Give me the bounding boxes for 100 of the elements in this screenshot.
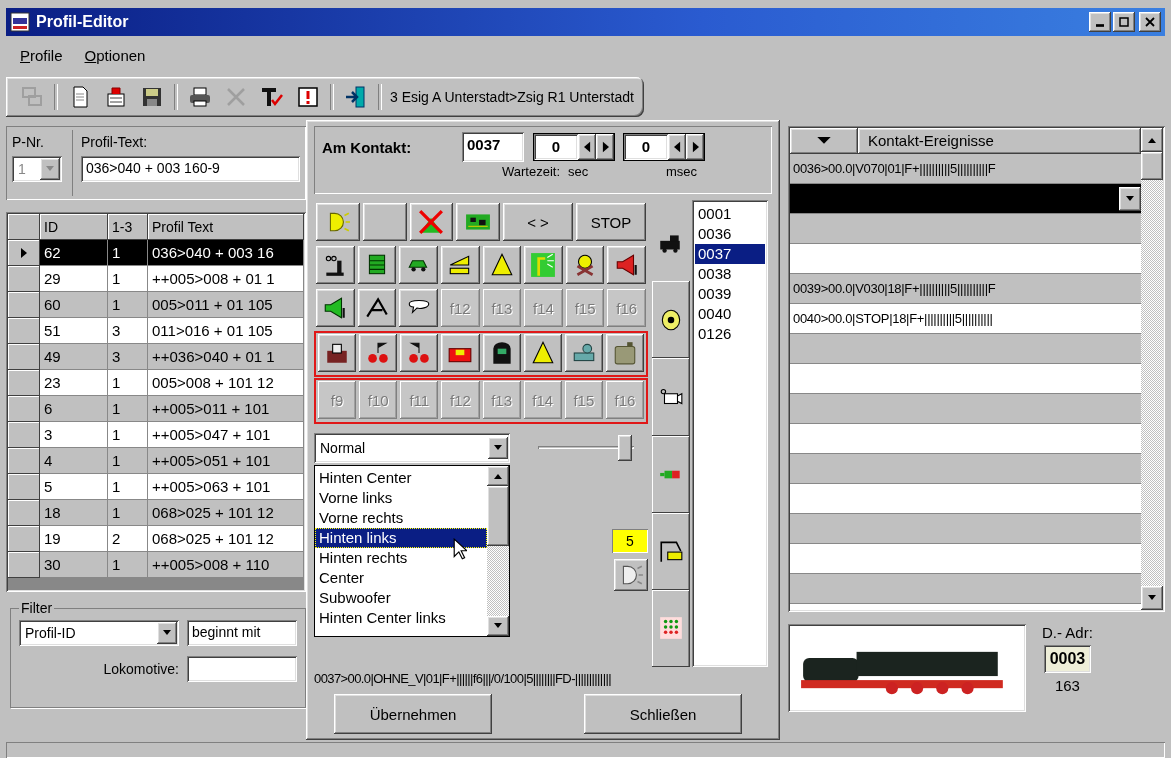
event-row[interactable] [790, 184, 1141, 214]
function-icon-button[interactable] [357, 246, 397, 284]
row-header[interactable] [8, 526, 40, 552]
list-option[interactable]: Subwoofer [315, 588, 487, 608]
increment-button[interactable] [686, 134, 704, 160]
list-option[interactable]: Hinten rechts [315, 548, 487, 568]
slider-thumb[interactable] [618, 435, 632, 461]
function-icon-button[interactable] [318, 334, 357, 372]
function-icon-button[interactable] [482, 334, 521, 372]
list-item[interactable]: 0126 [695, 324, 765, 344]
event-row[interactable]: 0036>00.0|V070|01|F+||||||||||5||||||||||F [790, 154, 1141, 184]
function-icon-button[interactable] [357, 289, 397, 327]
scroll-down-button[interactable] [1141, 586, 1163, 610]
list-item[interactable]: 0001 [695, 204, 765, 224]
increment-button[interactable] [596, 134, 614, 160]
function-icon-button[interactable] [565, 246, 605, 284]
scroll-up-button[interactable] [487, 466, 509, 486]
list-item[interactable]: 0037 [695, 244, 765, 264]
list-item[interactable]: 0040 [695, 304, 765, 324]
scrollbar[interactable] [1141, 128, 1163, 610]
function-button[interactable]: < > [503, 203, 573, 241]
row-header[interactable] [8, 448, 40, 474]
function-icon-button[interactable] [482, 246, 522, 284]
table-row[interactable]: 29 1 ++005>008 + 01 1 [8, 266, 304, 292]
seconds-field[interactable]: 0 [534, 134, 578, 160]
apply-button[interactable]: Übernehmen [334, 694, 492, 734]
volume-slider[interactable] [538, 433, 634, 463]
function-icon-button[interactable] [441, 334, 480, 372]
side-tab[interactable] [652, 589, 690, 668]
close-dialog-button[interactable]: Schließen [584, 694, 742, 734]
scroll-thumb[interactable] [1141, 152, 1163, 180]
row-header[interactable] [8, 240, 40, 266]
decrement-button[interactable] [578, 134, 596, 160]
function-icon-button[interactable] [316, 203, 360, 241]
minimize-button[interactable] [1089, 12, 1111, 32]
list-item[interactable]: 0036 [695, 224, 765, 244]
function-icon-button[interactable] [456, 203, 500, 241]
empty-button[interactable] [362, 203, 407, 241]
function-icon-button[interactable] [440, 246, 480, 284]
row-header[interactable] [8, 474, 40, 500]
function-icon-button[interactable] [607, 246, 646, 284]
side-tab[interactable] [652, 435, 690, 513]
table-row[interactable]: 4 1 ++005>051 + 101 [8, 448, 304, 474]
function-icon-button[interactable] [564, 334, 603, 372]
table-row[interactable]: 62 1 036>040 + 003 16 [8, 240, 304, 266]
function-icon-button[interactable] [359, 334, 398, 372]
table-row[interactable]: 60 1 005>011 + 01 105 [8, 292, 304, 318]
scroll-down-button[interactable] [487, 616, 509, 636]
close-button[interactable] [1139, 12, 1161, 32]
row-header[interactable] [8, 370, 40, 396]
scrollbar[interactable] [487, 466, 509, 636]
function-icon-button[interactable] [399, 246, 438, 284]
side-tab[interactable] [652, 512, 690, 590]
list-option[interactable]: Vorne links [315, 488, 487, 508]
table-row[interactable]: 51 3 011>016 + 01 105 [8, 318, 304, 344]
row-header[interactable] [8, 552, 40, 578]
list-item[interactable]: 0039 [695, 284, 765, 304]
menu-item[interactable]: Profile [20, 46, 63, 64]
column-header[interactable]: 1-3 [108, 214, 148, 240]
column-header[interactable]: ID [40, 214, 108, 240]
function-icon-button[interactable] [316, 289, 355, 327]
function-icon-button[interactable] [400, 334, 439, 372]
side-tab[interactable] [652, 358, 690, 436]
function-icon-button[interactable] [316, 246, 355, 284]
profile-text-field[interactable]: 036>040 + 003 160-9 [81, 156, 300, 182]
list-option[interactable]: Center [315, 568, 487, 588]
row-header[interactable] [8, 500, 40, 526]
function-button[interactable]: STOP [576, 203, 646, 241]
scroll-up-button[interactable] [1141, 128, 1163, 152]
dropdown-button[interactable] [790, 128, 858, 154]
row-header[interactable] [8, 396, 40, 422]
filter-field-dropdown[interactable]: Profil-ID [19, 620, 179, 646]
row-header[interactable] [8, 318, 40, 344]
table-row[interactable]: 19 2 068>025 + 101 12 [8, 526, 304, 552]
table-row[interactable]: 3 1 ++005>047 + 101 [8, 422, 304, 448]
mode-dropdown[interactable]: Normal [314, 433, 510, 463]
contact-field[interactable]: 0037 [462, 132, 524, 162]
function-icon-button[interactable] [409, 203, 454, 241]
list-option[interactable]: Hinten Center [315, 468, 487, 488]
filter-operator-dropdown[interactable]: beginnt mit [187, 620, 297, 646]
milliseconds-field[interactable]: 0 [624, 134, 668, 160]
list-option[interactable]: Hinten Center links [315, 608, 487, 628]
row-header[interactable] [8, 292, 40, 318]
decoder-address-field[interactable]: 0003 [1043, 645, 1092, 673]
list-item[interactable]: 0038 [695, 264, 765, 284]
headlight-button[interactable] [614, 559, 648, 591]
function-icon-button[interactable] [605, 334, 644, 372]
list-option[interactable]: Hinten links [315, 528, 487, 548]
decrement-button[interactable] [668, 134, 686, 160]
side-tab[interactable] [652, 281, 690, 359]
function-icon-button[interactable] [524, 246, 563, 284]
row-header[interactable] [8, 344, 40, 370]
locomotive-field[interactable] [187, 656, 297, 682]
table-row[interactable]: 30 1 ++005>008 + 110 [8, 552, 304, 578]
event-row[interactable]: 0039>00.0|V030|18|F+||||||||||5||||||||||F [790, 274, 1141, 304]
row-header[interactable] [8, 266, 40, 292]
scroll-thumb[interactable] [487, 486, 509, 546]
list-option[interactable]: Vorne rechts [315, 508, 487, 528]
table-row[interactable]: 6 1 ++005>011 + 101 [8, 396, 304, 422]
table-row[interactable]: 18 1 068>025 + 101 12 [8, 500, 304, 526]
